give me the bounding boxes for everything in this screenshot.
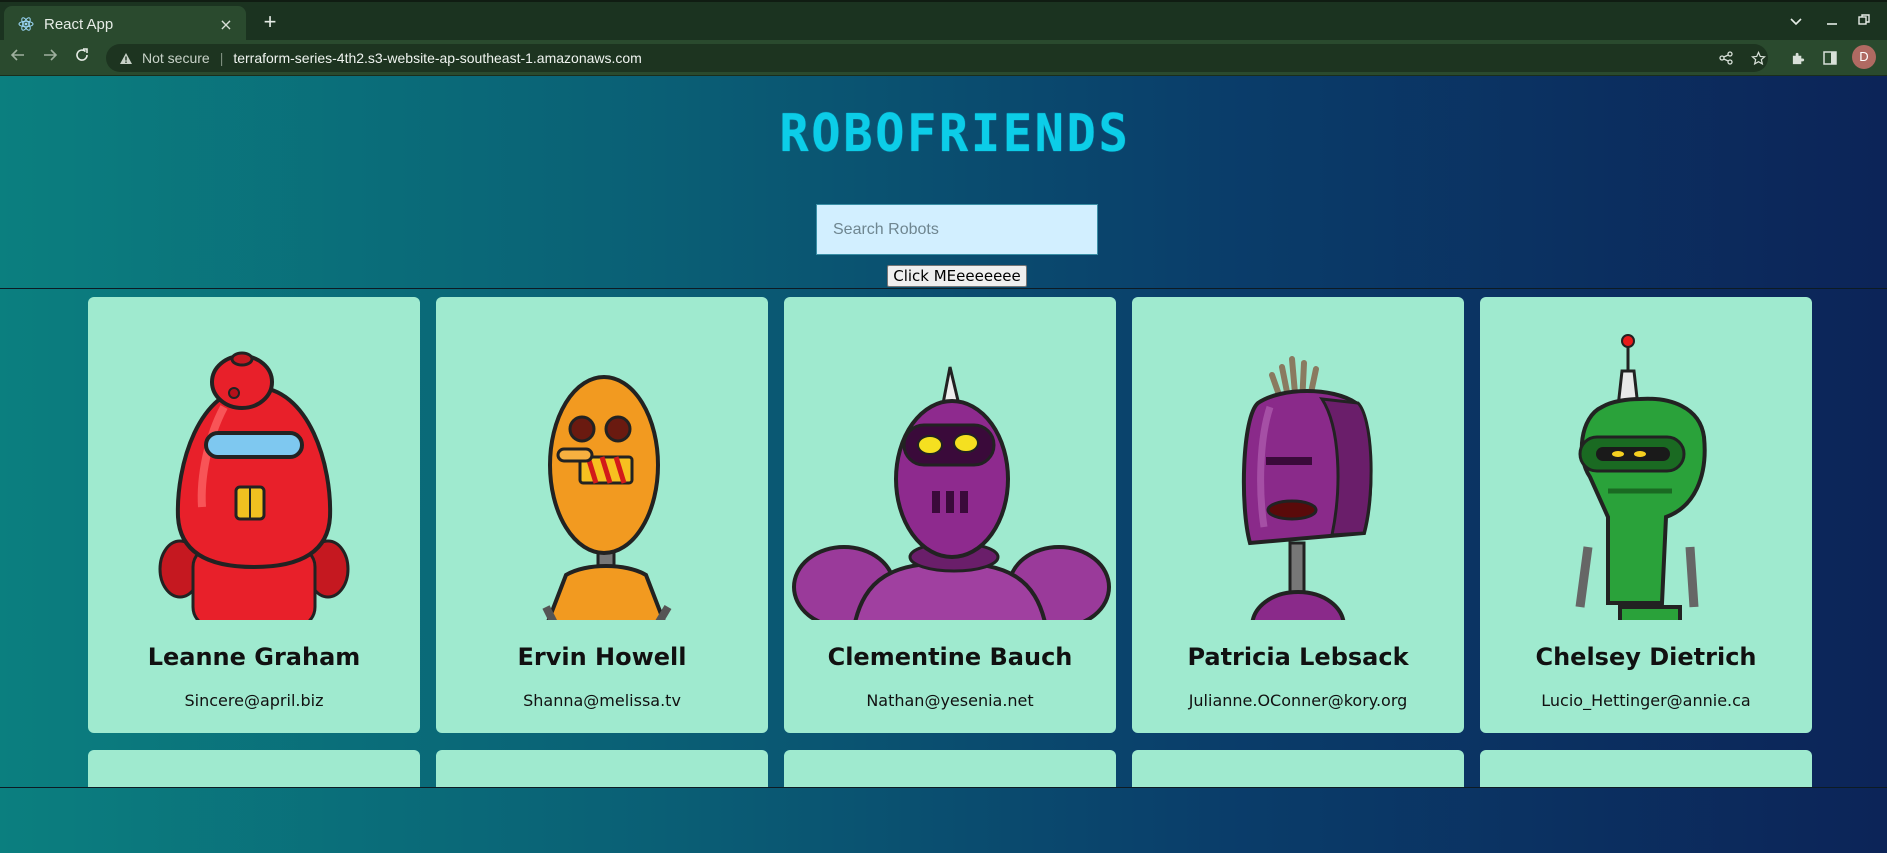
- robot-name: Chelsey Dietrich: [1535, 643, 1757, 671]
- robot-email: Lucio_Hettinger@annie.ca: [1541, 691, 1751, 710]
- browser-tab[interactable]: React App ×: [4, 6, 246, 42]
- robot-name: Patricia Lebsack: [1187, 643, 1409, 671]
- minimize-icon[interactable]: [1820, 10, 1844, 34]
- url-text[interactable]: terraform-series-4th2.s3-website-ap-sout…: [233, 50, 642, 66]
- robot-card[interactable]: Clementine Bauch Nathan@yesenia.net: [784, 297, 1116, 733]
- browser-titlebar: React App × +: [0, 0, 1887, 42]
- browser-toolbar: Not secure | terraform-series-4th2.s3-we…: [0, 40, 1887, 76]
- robot-email: Shanna@melissa.tv: [523, 691, 681, 710]
- page-title: ROBOFRIENDS: [779, 104, 1131, 164]
- robot-card[interactable]: [1480, 750, 1812, 787]
- robot-card-list[interactable]: Leanne Graham Sincere@april.biz Ervin Ho…: [0, 289, 1887, 787]
- robot-email: Sincere@april.biz: [184, 691, 324, 710]
- restore-icon[interactable]: [1852, 10, 1876, 34]
- robot-avatar-red: [88, 307, 420, 620]
- scroll-area-bottom-border: [0, 787, 1887, 788]
- tab-close-icon[interactable]: ×: [216, 15, 236, 34]
- robot-avatar-orange: [436, 307, 768, 620]
- react-logo-icon: [18, 16, 34, 32]
- back-arrow-icon[interactable]: [4, 44, 32, 72]
- bookmark-star-icon[interactable]: [1744, 44, 1772, 72]
- search-input[interactable]: [816, 204, 1098, 255]
- robot-email: Julianne.OConner@kory.org: [1188, 691, 1408, 710]
- forward-arrow-icon[interactable]: [36, 44, 64, 72]
- extensions-puzzle-icon[interactable]: [1784, 44, 1812, 72]
- robot-avatar-green: [1480, 307, 1812, 620]
- robot-card[interactable]: Ervin Howell Shanna@melissa.tv: [436, 297, 768, 733]
- tab-search-icon[interactable]: [1784, 10, 1808, 34]
- robot-card[interactable]: [88, 750, 420, 787]
- security-label[interactable]: Not secure: [142, 50, 210, 66]
- reload-icon[interactable]: [68, 44, 96, 72]
- robot-card[interactable]: [1132, 750, 1464, 787]
- robot-email: Nathan@yesenia.net: [866, 691, 1034, 710]
- address-separator: |: [219, 50, 224, 66]
- address-bar[interactable]: Not secure | terraform-series-4th2.s3-we…: [106, 44, 1768, 72]
- click-me-button[interactable]: Click MEeeeeeee: [887, 265, 1027, 287]
- robot-name: Ervin Howell: [517, 643, 687, 671]
- robot-card[interactable]: [436, 750, 768, 787]
- profile-avatar[interactable]: D: [1852, 45, 1876, 69]
- robot-name: Leanne Graham: [147, 643, 361, 671]
- robot-card[interactable]: Leanne Graham Sincere@april.biz: [88, 297, 420, 733]
- share-icon[interactable]: [1712, 44, 1740, 72]
- robot-avatar-violet: [1132, 307, 1464, 620]
- robot-card[interactable]: [784, 750, 1116, 787]
- warning-icon[interactable]: [118, 50, 134, 66]
- robot-avatar-purple: [784, 307, 1116, 620]
- robot-card[interactable]: Patricia Lebsack Julianne.OConner@kory.o…: [1132, 297, 1464, 733]
- robot-card[interactable]: Chelsey Dietrich Lucio_Hettinger@annie.c…: [1480, 297, 1812, 733]
- side-panel-icon[interactable]: [1816, 44, 1844, 72]
- tab-title: React App: [44, 15, 114, 33]
- new-tab-button[interactable]: +: [256, 8, 284, 36]
- robot-name: Clementine Bauch: [827, 643, 1073, 671]
